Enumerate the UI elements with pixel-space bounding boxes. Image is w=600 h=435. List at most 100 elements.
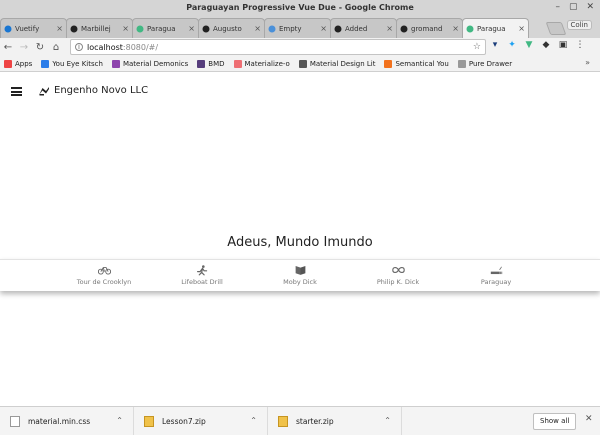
tab-close-icon[interactable]: × [188, 24, 195, 33]
bookmark-item[interactable]: Material Demonics [111, 59, 189, 68]
download-item[interactable]: Lesson7.zip ⌃ [134, 406, 268, 435]
bookmark-label: Pure Drawer [468, 59, 513, 68]
nav-item[interactable]: Tour de Crooklyn [55, 260, 153, 291]
nav-item[interactable]: Moby Dick [251, 260, 349, 291]
maximize-button[interactable]: ▢ [569, 2, 578, 12]
extension-icons: ▾ ✦ ▼ ◆ ▣ ⋮ [490, 40, 585, 50]
url-path: :8080/#/ [122, 42, 159, 52]
home-button[interactable]: ⌂ [48, 42, 64, 53]
more-bookmarks-icon[interactable]: » [585, 58, 590, 67]
chrome-menu-icon[interactable]: ⋮ [575, 40, 585, 50]
reload-button[interactable]: ↻ [32, 42, 48, 53]
bookmark-star-icon[interactable]: ☆ [473, 42, 481, 52]
nav-item[interactable]: Lifeboat Drill [153, 260, 251, 291]
nav-label: Philip K. Dick [376, 278, 420, 286]
new-tab-button[interactable] [545, 22, 567, 35]
screenshot-extension-icon[interactable]: ▣ [558, 40, 568, 50]
bookmark-item[interactable]: BMD [197, 59, 225, 68]
doc-icon [268, 25, 276, 33]
downloads-shelf: material.min.css ⌃ Lesson7.zip ⌃ starter.zip… [0, 406, 600, 435]
close-shelf-icon[interactable]: ✕ [585, 414, 593, 424]
tab-close-icon[interactable]: × [254, 24, 261, 33]
github-icon [334, 25, 342, 33]
title-bar: Paraguayan Progressive Vue Due - Google … [0, 0, 600, 38]
browser-tab[interactable]: Added × [330, 18, 397, 38]
vue-devtools-icon[interactable]: ▼ [524, 40, 534, 50]
browser-tab[interactable]: Paragua × [132, 18, 199, 38]
nav-item[interactable]: Paraguay [447, 260, 545, 291]
close-window-button[interactable]: ✕ [586, 2, 594, 12]
bookmark-label: Material Demonics [122, 59, 189, 68]
back-button[interactable]: ← [0, 42, 16, 53]
profile-button[interactable]: Colin [566, 20, 592, 30]
download-filename: material.min.css [28, 416, 91, 426]
tab-label: Empty [279, 24, 302, 33]
bookmark-item[interactable]: Materialize-o [233, 59, 290, 68]
address-bar[interactable]: i localhost :8080/#/ ☆ [70, 39, 486, 55]
browser-tab[interactable]: gromand × [396, 18, 463, 38]
bicycle-icon [97, 267, 111, 275]
tab-close-icon[interactable]: × [386, 24, 393, 33]
download-options-icon[interactable]: ⌃ [116, 416, 123, 425]
bookmark-label: Semantical You [395, 59, 449, 68]
minimize-button[interactable]: – [555, 2, 560, 12]
github-icon [400, 25, 408, 33]
bookmark-item[interactable]: You Eye Kitsch [41, 59, 103, 68]
tab-label: Augusto [213, 24, 242, 33]
tab-label: Vuetify [15, 24, 40, 33]
bookmark-label: Material Design Lit [309, 59, 376, 68]
bookmark-label: Materialize-o [244, 59, 290, 68]
bookmark-label: BMD [208, 59, 225, 68]
tab-close-icon[interactable]: × [56, 24, 63, 33]
brand-name: Engenho Novo LLC [54, 85, 149, 96]
bookmark-item[interactable]: Pure Drawer [457, 59, 513, 68]
tab-close-icon[interactable]: × [122, 24, 129, 33]
tab-close-icon[interactable]: × [518, 24, 525, 33]
download-options-icon[interactable]: ⌃ [384, 416, 391, 425]
bookmark-item[interactable]: Apps [4, 59, 32, 68]
bookmark-label: You Eye Kitsch [52, 59, 103, 68]
github-icon [202, 25, 210, 33]
vue-icon [466, 25, 474, 33]
brand-logo-icon [39, 87, 49, 96]
page-headline: Adeus, Mundo Imundo [227, 235, 373, 250]
browser-tab[interactable]: Augusto × [198, 18, 265, 38]
tab-label: Marbillej [81, 24, 111, 33]
bookmark-item[interactable]: Semantical You [384, 59, 449, 68]
bookmarks-bar: Apps You Eye Kitsch Material Demonics BMD Ma… [0, 56, 600, 72]
browser-tab[interactable]: Paragua × [462, 18, 529, 38]
vuetify-extension-icon[interactable]: ▾ [490, 40, 500, 50]
show-all-button[interactable]: Show all [533, 413, 577, 430]
extension-shield-icon[interactable]: ◆ [541, 40, 551, 50]
tab-close-icon[interactable]: × [452, 24, 459, 33]
browser-tab[interactable]: Vuetify × [0, 18, 67, 38]
forward-button[interactable]: → [16, 42, 32, 53]
nav-label: Moby Dick [283, 278, 317, 286]
semantic-icon [384, 59, 393, 68]
twitter-extension-icon[interactable]: ✦ [507, 40, 517, 50]
download-item[interactable]: starter.zip ⌃ [268, 406, 402, 435]
bootstrap-icon [197, 59, 206, 68]
material-icon [111, 59, 120, 68]
window-title: Paraguayan Progressive Vue Due - Google … [186, 3, 414, 12]
vuetify-icon [4, 25, 12, 33]
menu-icon[interactable] [11, 87, 22, 96]
browser-tab[interactable]: Marbillej × [66, 18, 133, 38]
download-item[interactable]: material.min.css ⌃ [0, 406, 134, 435]
page-viewport: Engenho Novo LLC Adeus, Mundo Imundo Tou… [0, 73, 600, 406]
browser-tab[interactable]: Empty × [264, 18, 331, 38]
download-options-icon[interactable]: ⌃ [250, 416, 257, 425]
app-toolbar: Engenho Novo LLC [0, 73, 600, 111]
doc-icon [457, 59, 466, 68]
nav-label: Lifeboat Drill [181, 278, 223, 286]
tab-strip: Vuetify × Marbillej × Paragua × Augusto × Empty ×… [0, 18, 560, 38]
window-controls: – ▢ ✕ [555, 2, 594, 12]
book-icon [295, 265, 305, 275]
bottom-navigation: Tour de Crooklyn Lifeboat Drill Moby Dick P… [0, 259, 600, 291]
tab-label: Paragua [147, 24, 176, 33]
info-icon[interactable]: i [75, 43, 83, 51]
bookmark-item[interactable]: Material Design Lit [298, 59, 376, 68]
nav-item[interactable]: Philip K. Dick [349, 260, 447, 291]
spinner-icon [41, 59, 50, 68]
tab-close-icon[interactable]: × [320, 24, 327, 33]
